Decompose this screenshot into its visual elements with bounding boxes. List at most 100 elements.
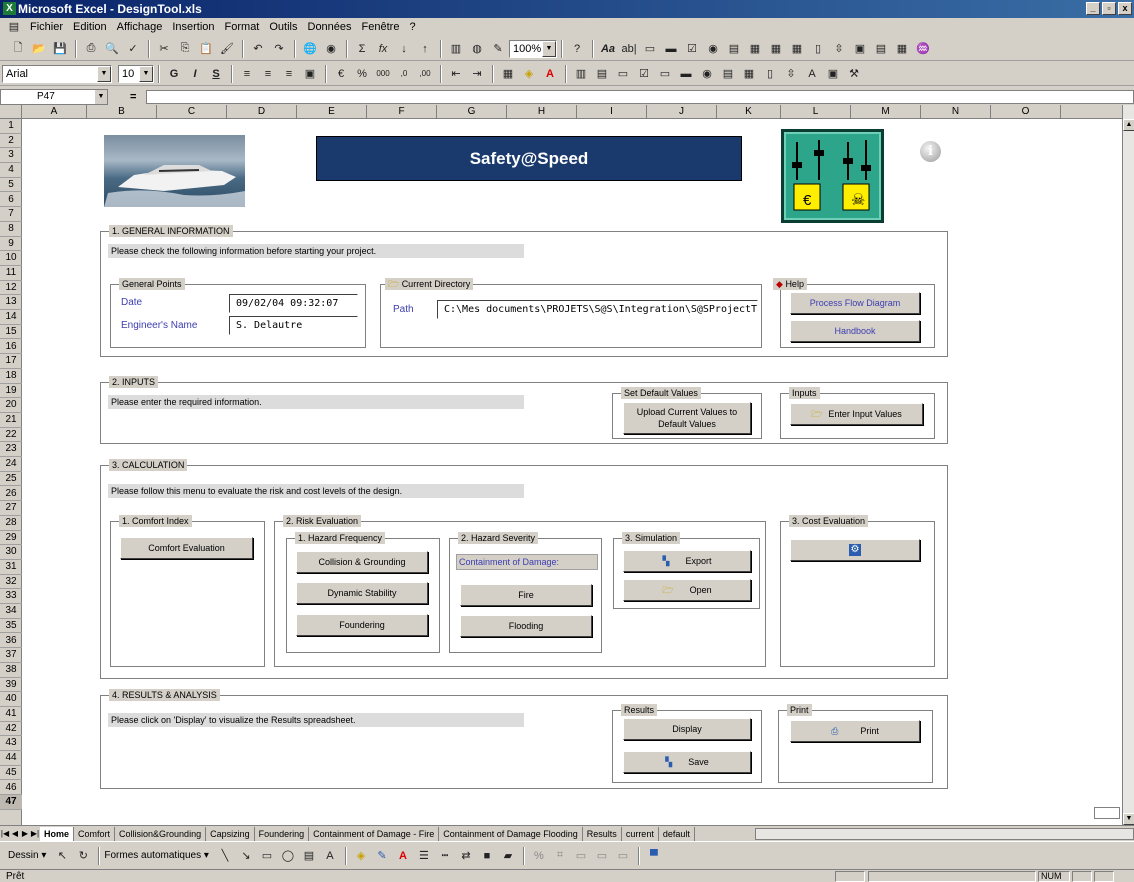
- button-ctrl-icon[interactable]: ▬: [676, 65, 696, 83]
- row-header[interactable]: 42: [0, 722, 22, 737]
- row-header[interactable]: 27: [0, 501, 22, 516]
- column-header[interactable]: M: [851, 105, 921, 119]
- row-header[interactable]: 20: [0, 398, 22, 413]
- arrow-icon[interactable]: ↘: [236, 847, 256, 865]
- rotate-icon[interactable]: ↻: [73, 847, 93, 865]
- checkbox-ctrl-icon[interactable]: ☑: [634, 65, 654, 83]
- 3d-icon[interactable]: ▰: [498, 847, 518, 865]
- menu-fenetre[interactable]: Fenêtre: [357, 18, 405, 37]
- borders-icon[interactable]: ▦: [498, 65, 518, 83]
- save-button[interactable]: ▚ Save: [623, 751, 751, 773]
- row-header[interactable]: 41: [0, 707, 22, 722]
- scrollbar-icon[interactable]: ▯: [808, 40, 828, 58]
- align-left-icon[interactable]: ≡: [237, 65, 257, 83]
- select-arrow-icon[interactable]: ↖: [52, 847, 72, 865]
- open-button[interactable]: 🗁 Open: [623, 579, 751, 601]
- new-icon[interactable]: 🗋: [8, 40, 28, 58]
- font-select[interactable]: Arial ▼: [2, 64, 112, 83]
- tools-icon[interactable]: ⚒: [844, 65, 864, 83]
- tab-capsizing[interactable]: Capsizing: [206, 826, 255, 841]
- formula-input[interactable]: [146, 90, 1134, 104]
- fill-color-icon[interactable]: ◈: [519, 65, 539, 83]
- web-icon[interactable]: ◉: [321, 40, 341, 58]
- row-header[interactable]: 39: [0, 678, 22, 693]
- option-icon[interactable]: ◉: [703, 40, 723, 58]
- open-icon[interactable]: 📂: [29, 40, 49, 58]
- row-header[interactable]: 8: [0, 222, 22, 237]
- row-header[interactable]: 23: [0, 442, 22, 458]
- restore-button[interactable]: ▫: [1102, 2, 1116, 15]
- run-icon[interactable]: ♒: [913, 40, 933, 58]
- image-ctrl-icon[interactable]: ▣: [823, 65, 843, 83]
- row-header[interactable]: 47: [0, 795, 22, 810]
- autosum-icon[interactable]: Σ: [352, 40, 372, 58]
- collision-grounding-button[interactable]: Collision & Grounding: [296, 551, 428, 573]
- label-ctrl-icon[interactable]: A: [802, 65, 822, 83]
- row-header[interactable]: 17: [0, 354, 22, 369]
- menu-outils[interactable]: Outils: [264, 18, 302, 37]
- rectangle-icon[interactable]: ▭: [257, 847, 277, 865]
- function-icon[interactable]: fx: [373, 40, 393, 58]
- bold-icon[interactable]: G: [164, 65, 184, 83]
- percent-icon[interactable]: %: [352, 65, 372, 83]
- shadow-icon[interactable]: ■: [477, 847, 497, 865]
- format-painter-icon[interactable]: 🖌: [217, 40, 237, 58]
- listbox-icon[interactable]: ▤: [724, 40, 744, 58]
- scroll-down-icon[interactable]: ▼: [1123, 813, 1134, 825]
- thousands-icon[interactable]: 000: [373, 65, 393, 83]
- first-sheet-icon[interactable]: |◀: [0, 829, 10, 838]
- italic-icon[interactable]: I: [185, 65, 205, 83]
- redo-icon[interactable]: ↷: [269, 40, 289, 58]
- spelling-icon[interactable]: ✓: [123, 40, 143, 58]
- print-button[interactable]: ⎙ Print: [790, 720, 920, 742]
- edit-ctrl-icon[interactable]: ▭: [655, 65, 675, 83]
- cut-icon[interactable]: ✂: [154, 40, 174, 58]
- crop-icon[interactable]: ⌗: [550, 847, 570, 865]
- cost-evaluation-button[interactable]: ⚙: [790, 539, 920, 561]
- help-icon[interactable]: ?: [567, 40, 587, 58]
- draw-menu[interactable]: Dessin ▾: [8, 850, 46, 861]
- worksheet-grid[interactable]: ABCDEFGHIJKLMNO 1 2 3 4 5 6 7 8 9 10 11 12 13 14 15 16 1…: [0, 105, 1122, 825]
- process-flow-button[interactable]: Process Flow Diagram: [790, 292, 920, 314]
- percent-style-icon[interactable]: %: [529, 847, 549, 865]
- row-header[interactable]: 4: [0, 163, 22, 178]
- row-header[interactable]: 35: [0, 619, 22, 634]
- column-header[interactable]: O: [991, 105, 1061, 119]
- menu-donnees[interactable]: Données: [303, 18, 357, 37]
- row-header[interactable]: 36: [0, 634, 22, 649]
- paste-icon[interactable]: 📋: [196, 40, 216, 58]
- tab-containment-fire[interactable]: Containment of Damage - Fire: [309, 826, 440, 841]
- combo-list-icon[interactable]: ▦: [766, 40, 786, 58]
- row-header[interactable]: 13: [0, 295, 22, 311]
- tab-current[interactable]: current: [622, 826, 659, 841]
- menu-insertion[interactable]: Insertion: [167, 18, 219, 37]
- tab-home[interactable]: Home: [40, 826, 75, 841]
- option-ctrl-icon[interactable]: ◉: [697, 65, 717, 83]
- column-header[interactable]: H: [507, 105, 577, 119]
- sort-asc-icon[interactable]: ↓: [394, 40, 414, 58]
- grid-icon[interactable]: ▦: [892, 40, 912, 58]
- row-header[interactable]: 10: [0, 251, 22, 266]
- tab-default[interactable]: default: [659, 826, 695, 841]
- align-right-icon[interactable]: ≡: [279, 65, 299, 83]
- row-header[interactable]: 24: [0, 457, 22, 472]
- print-icon[interactable]: ⎙: [81, 40, 101, 58]
- menu-help[interactable]: ?: [404, 18, 420, 37]
- zoom-select[interactable]: 100% ▼: [509, 39, 557, 58]
- tab-foundering[interactable]: Foundering: [255, 826, 310, 841]
- column-header[interactable]: J: [647, 105, 717, 119]
- row-header[interactable]: 34: [0, 604, 22, 619]
- increase-decimal-icon[interactable]: ,0: [394, 65, 414, 83]
- dash-style-icon[interactable]: ┅: [435, 847, 455, 865]
- row-header[interactable]: 21: [0, 413, 22, 428]
- combo-icon[interactable]: ▦: [745, 40, 765, 58]
- preview-icon[interactable]: 🔍: [102, 40, 122, 58]
- chart-icon[interactable]: ▥: [571, 65, 591, 83]
- code-icon[interactable]: ▤: [871, 40, 891, 58]
- undo-icon[interactable]: ↶: [248, 40, 268, 58]
- date-field[interactable]: 09/02/04 09:32:07: [229, 294, 358, 313]
- column-header[interactable]: N: [921, 105, 991, 119]
- column-header[interactable]: F: [367, 105, 437, 119]
- row-header[interactable]: 11: [0, 266, 22, 281]
- row-header[interactable]: 33: [0, 589, 22, 605]
